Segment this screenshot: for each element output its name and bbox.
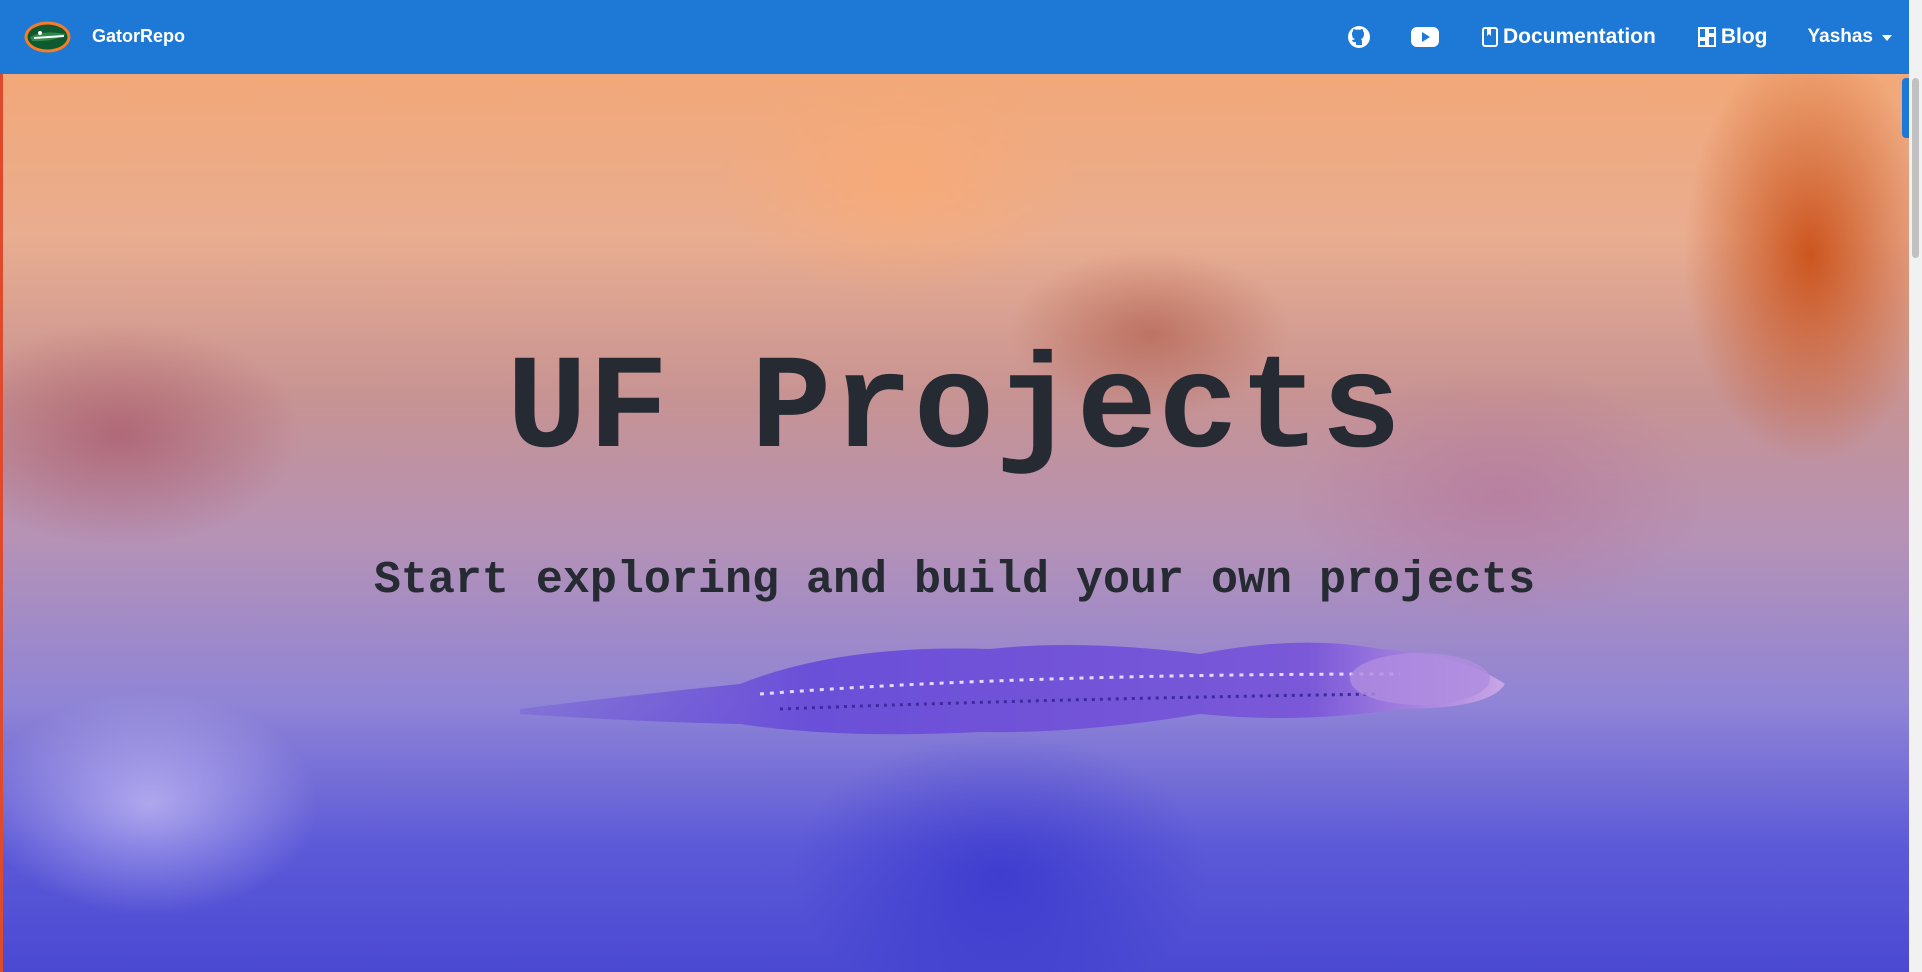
user-menu-dropdown[interactable]: Yashas	[1807, 26, 1892, 48]
nav-link-blog[interactable]: Blog	[1697, 25, 1768, 49]
left-edge-accent	[0, 74, 3, 972]
hero-title: UF Projects	[506, 335, 1403, 487]
youtube-icon[interactable]	[1410, 24, 1440, 50]
scrollbar-thumb[interactable]	[1912, 78, 1919, 258]
nav-right: Documentation Blog Yashas	[1308, 0, 1892, 74]
nav-link-label: Blog	[1720, 25, 1768, 48]
gator-logo-icon	[24, 21, 71, 53]
user-name: Yashas	[1807, 26, 1874, 47]
brand[interactable]: GatorRepo	[24, 21, 185, 53]
github-icon[interactable]	[1346, 24, 1372, 50]
top-navbar: GatorRepo Documentation Blog Yashas	[0, 0, 1922, 74]
dashboard-icon	[1697, 27, 1716, 47]
hero-subtitle: Start exploring and build your own proje…	[373, 555, 1536, 606]
nav-link-documentation[interactable]: Documentation	[1482, 25, 1656, 49]
brand-name: GatorRepo	[92, 25, 186, 46]
page-scrollbar[interactable]	[1909, 0, 1922, 972]
nav-link-label: Documentation	[1503, 25, 1656, 48]
hero-section: UF Projects Start exploring and build yo…	[0, 74, 1909, 972]
side-tab[interactable]	[1902, 78, 1909, 138]
alligator-image	[520, 642, 1505, 735]
caret-down-icon	[1882, 35, 1892, 41]
book-icon	[1482, 27, 1498, 47]
